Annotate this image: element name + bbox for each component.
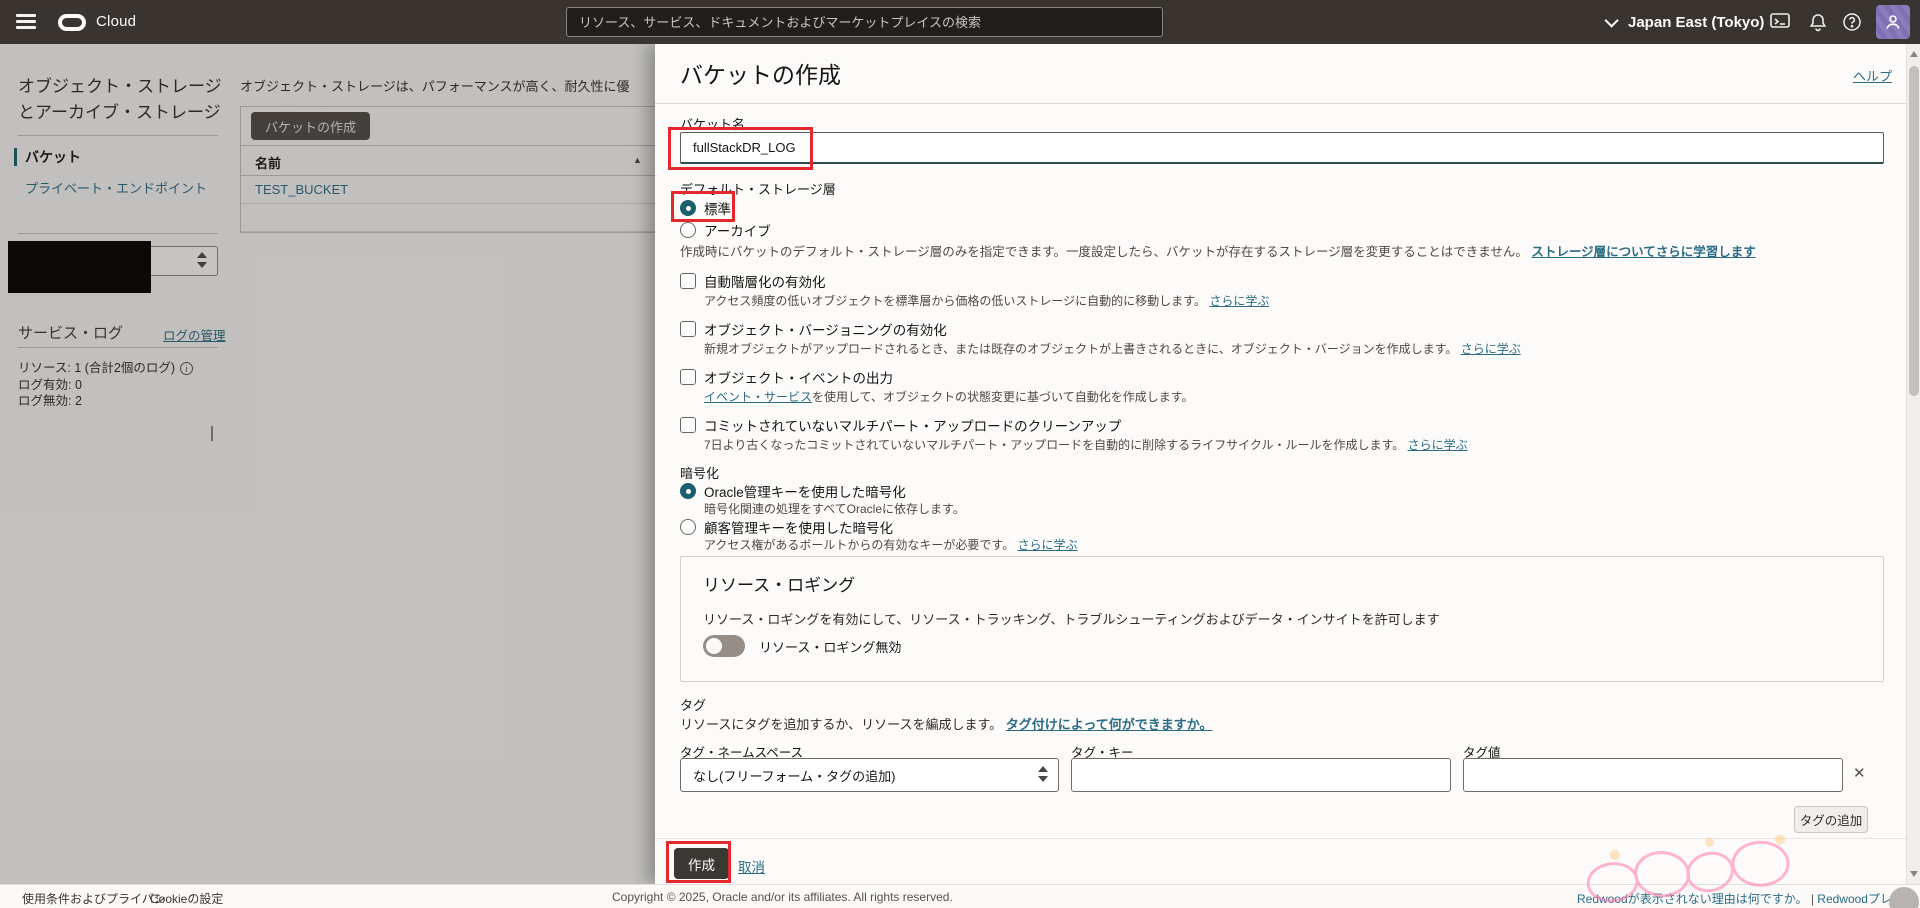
storage-tier-learn-link[interactable]: ストレージ層についてさらに学習します <box>1531 245 1755 259</box>
learn-more-link[interactable]: さらに学ぶ <box>1408 438 1468 452</box>
bucket-name-input[interactable] <box>680 132 1884 164</box>
vertical-scrollbar[interactable] <box>1906 44 1920 884</box>
help-icon[interactable] <box>1840 10 1864 34</box>
radio-customer-managed-keys[interactable]: 顧客管理キーを使用した暗号化 <box>680 517 893 537</box>
scroll-down-icon[interactable] <box>1910 871 1918 877</box>
tagging-learn-link[interactable]: タグ付けによって何ができますか。 <box>1006 717 1213 732</box>
events-service-link[interactable]: イベント・サービス <box>704 390 812 404</box>
add-tag-button[interactable]: タグの追加 <box>1794 806 1868 833</box>
remove-tag-icon[interactable]: ✕ <box>1853 764 1866 782</box>
oracle-logo-icon[interactable] <box>58 14 86 31</box>
page-footer: 使用条件およびプライバシ Cookieの設定 Copyright © 2025,… <box>0 884 1920 908</box>
radio-icon[interactable] <box>680 519 696 535</box>
resource-logging-title: リソース・ロギング <box>703 571 855 596</box>
cloud-shell-icon[interactable] <box>1768 10 1792 34</box>
radio-icon[interactable] <box>680 222 696 238</box>
redwood-links: Redwoodが表示されない理由は何ですか。 | Redwoodプレビュー <box>1577 890 1920 908</box>
radio-tier-archive[interactable]: アーカイブ <box>680 220 771 240</box>
resource-logging-toggle-label: リソース・ロギング無効 <box>759 637 901 656</box>
profile-avatar[interactable] <box>1876 5 1910 39</box>
tag-namespace-select[interactable]: なし(フリーフォーム・タグの追加) <box>680 758 1059 792</box>
emit-events-desc: イベント・サービスを使用して、オブジェクトの状態変更に基づいて自動化を作成します… <box>704 388 1194 405</box>
customer-managed-keys-desc: アクセス権があるボールトからの有効なキーが必要です。 さらに学ぶ <box>704 536 1078 553</box>
annotation-bucket-name <box>668 127 813 170</box>
resource-logging-section: リソース・ロギング リソース・ロギングを有効にして、リソース・トラッキング、トラ… <box>680 556 1884 682</box>
checkbox-auto-tiering[interactable]: 自動階層化の有効化 <box>680 271 826 291</box>
storage-tier-note: 作成時にバケットのデフォルト・ストレージ層のみを指定できます。一度設定したら、バ… <box>680 241 1756 260</box>
tag-key-input[interactable] <box>1071 758 1451 792</box>
chevron-updown-icon <box>1038 766 1050 786</box>
chevron-down-icon <box>1605 14 1619 28</box>
oci-console: オブジェクト・ストレージとアーカイブ・ストレージ バケット プライベート・エンド… <box>0 0 1920 908</box>
multipart-cleanup-desc: 7日より古くなったコミットされていないマルチパート・アップロードを自動的に削除す… <box>704 436 1468 453</box>
region-selector[interactable]: Japan East (Tokyo) <box>1608 0 1764 44</box>
topbar: Cloud Japan East (Tokyo) <box>0 0 1920 44</box>
drawer-title: バケットの作成 <box>680 56 841 90</box>
global-search-input[interactable] <box>566 7 1163 37</box>
radio-selected-icon[interactable] <box>680 483 696 499</box>
tag-value-input[interactable] <box>1463 758 1843 792</box>
cancel-link[interactable]: 取消 <box>738 856 765 876</box>
learn-more-link[interactable]: さらに学ぶ <box>1018 538 1078 552</box>
divider <box>655 103 1906 104</box>
checkbox-emit-events[interactable]: オブジェクト・イベントの出力 <box>680 367 893 387</box>
resource-logging-toggle[interactable] <box>703 635 745 657</box>
brand-title: Cloud <box>96 13 136 30</box>
auto-tiering-desc: アクセス頻度の低いオブジェクトを標準層から価格の低いストレージに自動的に移動しま… <box>704 292 1269 309</box>
checkbox-icon[interactable] <box>680 321 696 337</box>
scroll-up-icon[interactable] <box>1910 51 1918 57</box>
create-bucket-drawer: バケットの作成 ヘルプ バケット名 デフォルト・ストレージ層 標準 アーカイブ … <box>655 44 1906 884</box>
annotation-create-button <box>666 841 731 883</box>
annotation-standard-tier <box>671 191 735 222</box>
notifications-bell-icon[interactable] <box>1806 10 1830 34</box>
redwood-question-link[interactable]: Redwoodが表示されない理由は何ですか。 <box>1577 892 1807 906</box>
tags-label: タグ <box>680 695 706 714</box>
tags-desc: リソースにタグを追加するか、リソースを編成します。 タグ付けによって何ができます… <box>680 714 1212 733</box>
modal-dim-overlay <box>0 44 655 884</box>
oracle-managed-keys-desc: 暗号化関連の処理をすべてOracleに依存します。 <box>704 500 965 517</box>
resource-logging-toggle-row: リソース・ロギング無効 <box>703 635 901 657</box>
checkbox-icon[interactable] <box>680 273 696 289</box>
copyright-text: Copyright © 2025, Oracle and/or its affi… <box>612 890 953 904</box>
radio-oracle-managed-keys[interactable]: Oracle管理キーを使用した暗号化 <box>680 481 906 501</box>
cookie-settings-link[interactable]: Cookieの設定 <box>150 890 223 907</box>
checkbox-icon[interactable] <box>680 369 696 385</box>
terms-privacy-link[interactable]: 使用条件およびプライバシ <box>22 890 166 907</box>
help-link[interactable]: ヘルプ <box>1853 66 1892 85</box>
hamburger-menu-icon[interactable] <box>16 14 36 29</box>
resource-logging-desc: リソース・ロギングを有効にして、リソース・トラッキング、トラブルシューティングお… <box>703 609 1440 628</box>
learn-more-link[interactable]: さらに学ぶ <box>1209 294 1269 308</box>
checkbox-icon[interactable] <box>680 417 696 433</box>
scrollbar-thumb[interactable] <box>1909 66 1919 396</box>
encryption-label: 暗号化 <box>680 463 719 482</box>
object-versioning-desc: 新規オブジェクトがアップロードされるとき、または既存のオブジェクトが上書きされる… <box>704 340 1521 357</box>
checkbox-object-versioning[interactable]: オブジェクト・バージョニングの有効化 <box>680 319 947 339</box>
region-name: Japan East (Tokyo) <box>1628 14 1764 31</box>
checkbox-multipart-cleanup[interactable]: コミットされていないマルチパート・アップロードのクリーンアップ <box>680 415 1121 435</box>
learn-more-link[interactable]: さらに学ぶ <box>1461 342 1521 356</box>
divider <box>655 838 1906 839</box>
